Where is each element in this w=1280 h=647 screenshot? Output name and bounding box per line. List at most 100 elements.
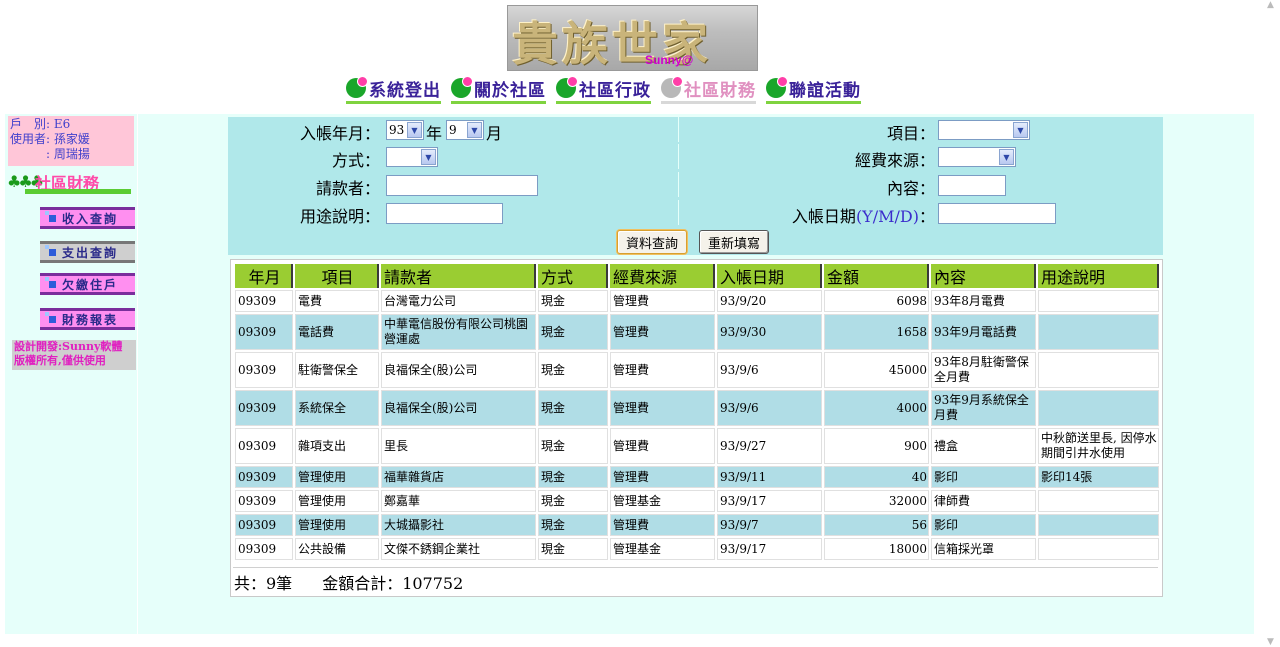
menu-income-query[interactable]: 收入查詢 — [40, 207, 135, 229]
table-cell: 電話費 — [295, 314, 379, 350]
menu-expense-query[interactable]: 支出查詢 — [40, 241, 135, 263]
fund-source-label: 經費來源： — [854, 151, 935, 170]
table-cell: 93/9/6 — [717, 390, 822, 426]
table-cell: 系統保全 — [295, 390, 379, 426]
col-item: 項目 — [295, 264, 379, 288]
entry-date-input[interactable] — [938, 203, 1056, 224]
requester-input[interactable] — [386, 175, 538, 196]
page-scrollbar[interactable]: ▲ ▼ — [1264, 0, 1280, 647]
table-cell: 現金 — [538, 514, 608, 536]
table-cell: 09309 — [235, 490, 293, 512]
content-input[interactable] — [938, 175, 1006, 196]
table-cell: 6098 — [824, 290, 929, 312]
table-cell: 現金 — [538, 538, 608, 560]
form-row-2: 方式： ▼ 經費來源： ▼ — [228, 144, 1163, 170]
form-cell: 入帳日期(Y/M/D)： — [679, 200, 1163, 227]
table-cell: 中華電信股份有限公司桃園營運處 — [381, 314, 536, 350]
table-cell: 4000 — [824, 390, 929, 426]
household-line: 戶 別: E6 — [10, 117, 71, 131]
entry-date-colon: ： — [918, 207, 935, 226]
green-ball-icon — [451, 76, 473, 98]
table-cell: 09309 — [235, 466, 293, 488]
table-cell: 93/9/27 — [717, 428, 822, 464]
square-bullet-icon — [45, 276, 56, 288]
table-cell: 管理費 — [610, 314, 715, 350]
item-select[interactable]: ▼ — [938, 120, 1030, 140]
scroll-up-icon[interactable]: ▲ — [1267, 0, 1274, 10]
nav-admin[interactable]: 社區行政 — [556, 76, 651, 104]
query-button[interactable]: 資料查詢 — [617, 230, 688, 254]
month-select[interactable]: 9 ▼ — [446, 120, 484, 140]
table-cell — [1038, 514, 1159, 536]
table-cell — [1038, 490, 1159, 512]
table-cell: 大城攝影社 — [381, 514, 536, 536]
method-select[interactable]: ▼ — [386, 147, 438, 167]
table-cell: 1658 — [824, 314, 929, 350]
table-cell: 09309 — [235, 514, 293, 536]
results-table: 年月 項目 請款者 方式 經費來源 入帳日期 金額 內容 用途說明 09309 電… — [233, 262, 1161, 562]
table-cell — [1038, 390, 1159, 426]
table-cell: 管理使用 — [295, 466, 379, 488]
table-cell — [1038, 538, 1159, 560]
table-cell — [1038, 290, 1159, 312]
table-cell: 09309 — [235, 290, 293, 312]
table-cell: 18000 — [824, 538, 929, 560]
year-select[interactable]: 93 ▼ — [386, 120, 424, 140]
col-fund-source: 經費來源 — [610, 264, 715, 288]
square-bullet-icon — [45, 244, 56, 256]
table-cell: 里長 — [381, 428, 536, 464]
year-select-value: 93 — [389, 123, 405, 137]
table-cell: 09309 — [235, 428, 293, 464]
nav-logout-label: 系統登出 — [369, 80, 441, 101]
nav-about[interactable]: 關於社區 — [451, 76, 546, 104]
table-cell: 09309 — [235, 352, 293, 388]
table-cell: 現金 — [538, 490, 608, 512]
table-cell: 管理基金 — [610, 538, 715, 560]
purpose-input[interactable] — [386, 203, 503, 224]
table-cell: 禮盒 — [931, 428, 1036, 464]
table-cell: 電費 — [295, 290, 379, 312]
table-cell: 93/9/20 — [717, 290, 822, 312]
table-cell: 93年8月電費 — [931, 290, 1036, 312]
top-nav: 系統登出 關於社區 社區行政 社區財務 聯誼活動 — [346, 76, 861, 104]
form-buttons: 資料查詢 重新填寫 — [228, 227, 1163, 255]
nav-activities[interactable]: 聯誼活動 — [766, 76, 861, 104]
summary-count: 共：9筆 — [234, 574, 293, 593]
table-summary: 共：9筆 金額合計：107752 — [234, 570, 463, 594]
table-row: 09309 管理使用 大城攝影社 現金 管理費 93/9/7 56 影印 — [235, 514, 1159, 536]
table-cell: 管理使用 — [295, 514, 379, 536]
menu-reports[interactable]: 財務報表 — [40, 308, 135, 330]
table-cell: 93/9/7 — [717, 514, 822, 536]
form-cell: 入帳年月： 93 ▼ 年 9 ▼ 月 — [228, 117, 679, 143]
nav-about-label: 關於社區 — [474, 80, 546, 101]
site-logo: 貴族世家 Sunny@ — [507, 5, 758, 71]
table-cell: 影印 — [931, 514, 1036, 536]
table-cell: 93/9/17 — [717, 490, 822, 512]
month-unit: 月 — [486, 124, 503, 143]
gray-ball-icon — [661, 76, 683, 98]
table-cell: 管理費 — [610, 514, 715, 536]
summary-divider — [233, 567, 1158, 568]
entry-date-label: 入帳日期(Y/M/D)： — [792, 203, 935, 227]
entry-month-label: 入帳年月： — [299, 124, 380, 143]
nav-logout[interactable]: 系統登出 — [346, 76, 441, 104]
table-cell: 32000 — [824, 490, 929, 512]
form-cell: 用途說明： — [228, 200, 679, 226]
table-cell — [1038, 314, 1159, 350]
reset-button[interactable]: 重新填寫 — [699, 230, 770, 254]
form-cell: 請款者： — [228, 172, 679, 198]
table-cell: 93/9/17 — [717, 538, 822, 560]
table-cell: 93/9/30 — [717, 314, 822, 350]
date-format-hint: (Y/M/D) — [855, 207, 919, 226]
nav-finance[interactable]: 社區財務 — [661, 76, 756, 104]
purpose-label: 用途說明： — [299, 207, 380, 226]
search-form: 入帳年月： 93 ▼ 年 9 ▼ 月 項目： ▼ 方式： ▼ 經費來源： ▼ 請… — [228, 117, 1163, 255]
scroll-down-icon[interactable]: ▼ — [1267, 637, 1274, 647]
fund-source-select[interactable]: ▼ — [938, 147, 1016, 167]
menu-reports-label: 財務報表 — [62, 312, 119, 327]
table-cell: 93年9月系統保全月費 — [931, 390, 1036, 426]
menu-arrears[interactable]: 欠繳住戶 — [40, 273, 135, 295]
col-purpose: 用途說明 — [1038, 264, 1159, 288]
form-cell: 經費來源： ▼ — [679, 144, 1163, 170]
table-cell — [1038, 352, 1159, 388]
